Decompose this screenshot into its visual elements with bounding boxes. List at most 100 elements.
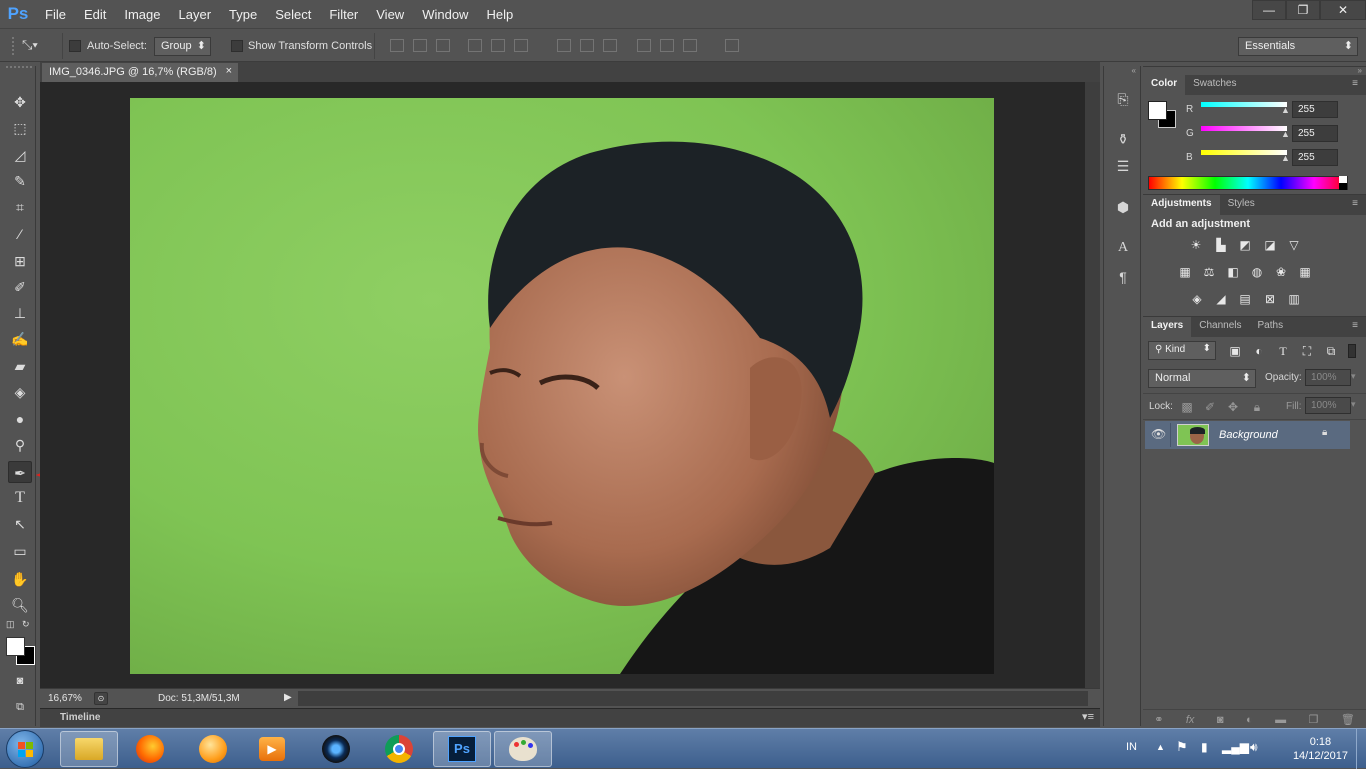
channel-mixer-icon[interactable]: ❀: [1273, 265, 1289, 279]
align-top-icon[interactable]: [390, 39, 404, 52]
character-panel-icon[interactable]: A: [1112, 237, 1134, 259]
layer-name[interactable]: Background: [1219, 429, 1278, 441]
taskbar-photoshop[interactable]: Ps: [433, 731, 491, 767]
foreground-color-swatch[interactable]: [6, 637, 25, 656]
taskbar-browser[interactable]: [184, 731, 242, 767]
history-panel-icon[interactable]: ⎘: [1112, 88, 1134, 110]
spectrum-black-chip[interactable]: [1339, 183, 1347, 190]
quick-mask-icon[interactable]: ◙: [8, 670, 32, 692]
tab-color[interactable]: Color: [1143, 75, 1186, 95]
paragraph-panel-icon[interactable]: ¶: [1112, 266, 1134, 288]
tab-layers[interactable]: Layers: [1143, 317, 1192, 337]
spectrum-white-chip[interactable]: [1339, 176, 1347, 183]
document-tab-close-icon[interactable]: ×: [226, 65, 232, 77]
link-layers-icon[interactable]: ⚭: [1154, 713, 1163, 726]
color-lookup-icon[interactable]: ▦: [1297, 265, 1313, 279]
zoom-level[interactable]: 16,67%: [48, 693, 82, 704]
channel-b-value[interactable]: 255: [1292, 149, 1338, 166]
levels-icon[interactable]: ▙: [1213, 238, 1229, 252]
action-center-flag-icon[interactable]: ⚑: [1176, 739, 1188, 755]
menu-type[interactable]: Type: [220, 7, 266, 22]
exposure-icon[interactable]: ◪: [1262, 238, 1278, 252]
dock-collapse-icon[interactable]: «: [1108, 66, 1136, 75]
align-vcenter-icon[interactable]: [413, 39, 427, 52]
color-balance-icon[interactable]: ⚖: [1201, 265, 1217, 279]
photo-filter-icon[interactable]: ◍: [1249, 265, 1265, 279]
type-tool-icon[interactable]: T: [8, 487, 32, 509]
tab-channels[interactable]: Channels: [1191, 317, 1249, 337]
layer-style-fx-icon[interactable]: fx: [1186, 714, 1195, 726]
channel-g-value[interactable]: 255: [1292, 125, 1338, 142]
channel-g-thumb-icon[interactable]: ▲: [1281, 129, 1290, 139]
lock-all-icon[interactable]: 🔒︎: [1249, 400, 1265, 414]
distribute-top-icon[interactable]: [557, 39, 571, 52]
menu-image[interactable]: Image: [115, 7, 169, 22]
taskbar-chrome[interactable]: [370, 731, 428, 767]
filter-shape-icon[interactable]: ⛶: [1299, 344, 1315, 358]
add-mask-icon[interactable]: ◙: [1217, 714, 1224, 726]
close-button[interactable]: ✕: [1320, 0, 1366, 20]
color-spectrum-ramp[interactable]: [1148, 176, 1348, 190]
timeline-panel-bar[interactable]: Timeline ▾≡: [40, 709, 1100, 727]
rectangle-tool-icon[interactable]: ▭: [8, 540, 32, 562]
black-white-icon[interactable]: ◧: [1225, 265, 1241, 279]
taskbar-paint[interactable]: [494, 731, 552, 767]
taskbar-camera[interactable]: [307, 731, 365, 767]
gradient-map-icon[interactable]: ▥: [1286, 292, 1302, 306]
color-foreground-swatch[interactable]: [1148, 101, 1167, 120]
start-button[interactable]: [6, 730, 44, 768]
channel-b-slider[interactable]: [1201, 150, 1287, 155]
network-signal-icon[interactable]: ▂▄▆: [1222, 740, 1249, 754]
filter-smart-object-icon[interactable]: ⧉: [1323, 344, 1339, 358]
tab-adjustments[interactable]: Adjustments: [1143, 195, 1220, 215]
align-hcenter-icon[interactable]: [491, 39, 505, 52]
path-selection-tool-icon[interactable]: ↖: [8, 513, 32, 535]
selective-color-icon[interactable]: ⊠: [1262, 292, 1278, 306]
restore-button[interactable]: ❐: [1286, 0, 1320, 20]
clone-stamp-tool-icon[interactable]: ⊥: [8, 302, 32, 324]
status-info-icon[interactable]: ⊙: [94, 692, 108, 705]
minimize-button[interactable]: —: [1252, 0, 1286, 20]
tab-swatches[interactable]: Swatches: [1185, 75, 1244, 95]
zoom-tool-icon[interactable]: 🔍︎: [8, 594, 32, 616]
distribute-vcenter-icon[interactable]: [580, 39, 594, 52]
new-layer-icon[interactable]: ❐: [1309, 713, 1319, 726]
tab-paths[interactable]: Paths: [1250, 317, 1292, 337]
blend-mode-dropdown[interactable]: Normal ⬍: [1148, 369, 1256, 388]
status-menu-arrow-icon[interactable]: ▶: [284, 692, 292, 703]
channel-g-slider[interactable]: [1201, 126, 1287, 131]
distribute-bottom-icon[interactable]: [603, 39, 617, 52]
move-tool-preset-icon[interactable]: ⤡▾: [22, 37, 38, 53]
auto-select-dropdown[interactable]: Group ⬍: [154, 37, 211, 56]
adjustments-panel-menu-icon[interactable]: ≡: [1344, 195, 1366, 215]
vibrance-icon[interactable]: ▽: [1286, 238, 1302, 252]
curves-icon[interactable]: ◩: [1237, 238, 1253, 252]
posterize-icon[interactable]: ◢: [1213, 292, 1229, 306]
pen-tool-icon[interactable]: ✒: [8, 461, 32, 483]
lasso-tool-icon[interactable]: ◿: [8, 144, 32, 166]
volume-icon[interactable]: 🔊︎: [1250, 740, 1258, 755]
align-right-icon[interactable]: [514, 39, 528, 52]
distribute-left-icon[interactable]: [637, 39, 651, 52]
filter-adjustment-icon[interactable]: ◐: [1251, 344, 1267, 358]
show-desktop-button[interactable]: [1356, 729, 1366, 769]
marquee-tool-icon[interactable]: ⬚: [8, 117, 32, 139]
channel-b-thumb-icon[interactable]: ▲: [1281, 153, 1290, 163]
tray-expand-icon[interactable]: ▲: [1156, 742, 1165, 752]
crop-tool-icon[interactable]: ⌗: [8, 196, 32, 218]
lock-transparent-icon[interactable]: ▩: [1179, 400, 1195, 414]
language-indicator[interactable]: IN: [1126, 741, 1137, 753]
hue-saturation-icon[interactable]: ▦: [1177, 265, 1193, 279]
document-tab[interactable]: IMG_0346.JPG @ 16,7% (RGB/8) ×: [42, 63, 238, 82]
screen-mode-icon[interactable]: ⧉: [8, 696, 32, 718]
layer-row[interactable]: 👁︎ Background 🔒︎: [1145, 421, 1350, 449]
lock-position-icon[interactable]: ✥: [1225, 400, 1241, 414]
invert-icon[interactable]: ◈: [1189, 292, 1205, 306]
fill-value[interactable]: 100%: [1305, 397, 1351, 414]
align-bottom-icon[interactable]: [436, 39, 450, 52]
color-panel-menu-icon[interactable]: ≡: [1344, 75, 1366, 95]
blur-tool-icon[interactable]: ●: [8, 408, 32, 430]
eraser-tool-icon[interactable]: ▰: [8, 355, 32, 377]
menu-help[interactable]: Help: [477, 7, 522, 22]
taskbar-file-explorer[interactable]: [60, 731, 118, 767]
